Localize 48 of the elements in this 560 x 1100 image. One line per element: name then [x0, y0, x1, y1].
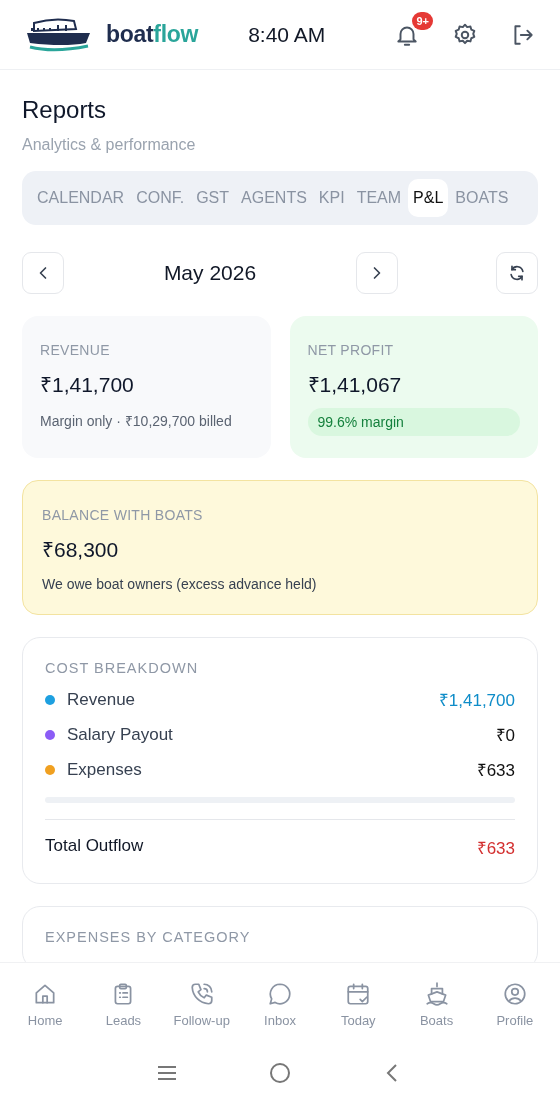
margin-pill: 99.6% margin [307, 408, 520, 436]
cost-value: ₹633 [476, 760, 515, 781]
refresh-icon [507, 263, 527, 283]
cost-label: Expenses [67, 759, 143, 780]
card-note: Margin only · ₹10,29,700 billed [40, 412, 233, 430]
section-title: COST BREAKDOWN [45, 660, 200, 676]
report-tab[interactable]: KPI [313, 179, 350, 217]
page-subtitle: Analytics & performance [22, 136, 197, 154]
brand-name: boatflow [106, 21, 199, 48]
report-tab[interactable]: BOATS [450, 179, 514, 217]
notification-badge: 9+ [412, 11, 433, 30]
nav-item[interactable]: Inbox [240, 980, 320, 1028]
card-label: REVENUE [40, 342, 111, 358]
phone-icon [188, 980, 215, 1007]
cost-label: Salary Payout [67, 724, 174, 745]
card-value: ₹1,41,067 [307, 372, 403, 398]
nav-item[interactable]: Boats [397, 980, 476, 1028]
nav-item[interactable]: Home [6, 980, 85, 1028]
nav-item[interactable]: Today [319, 980, 398, 1028]
section-title: EXPENSES BY CATEGORY [45, 929, 252, 945]
card-note: We owe boat owners (excess advance held) [42, 576, 318, 592]
nav-item[interactable]: Follow-up [162, 980, 241, 1028]
report-tab[interactable]: AGENTS [236, 179, 312, 217]
refresh-button[interactable] [496, 252, 538, 294]
home-circle-icon[interactable] [268, 1060, 292, 1085]
card-label: BALANCE WITH BOATS [42, 507, 204, 523]
page-title: Reports [22, 96, 108, 124]
cost-label: Revenue [67, 689, 137, 710]
total-label: Total Outflow [45, 836, 145, 857]
calendar-icon [345, 980, 372, 1007]
total-value: ₹633 [476, 838, 515, 859]
nav-item[interactable]: Leads [84, 980, 163, 1028]
month-label: May 2026 [162, 261, 258, 285]
clock-time: 8:40 AM [248, 22, 327, 47]
report-tab[interactable]: P&L [408, 179, 449, 217]
ship-icon [423, 980, 450, 1007]
report-tab[interactable]: GST [191, 179, 235, 217]
cost-value: ₹0 [495, 725, 515, 746]
report-tab[interactable]: TEAM [351, 179, 407, 217]
report-tab[interactable]: CONF. [131, 179, 190, 217]
cost-value: ₹1,41,700 [438, 690, 515, 711]
card-value: ₹1,41,700 [40, 372, 135, 398]
report-tab[interactable]: CALENDAR [32, 179, 130, 217]
card-label: NET PROFIT [307, 342, 395, 358]
card-value: ₹68,300 [42, 537, 120, 563]
user-icon [501, 980, 528, 1007]
nav-item[interactable]: Profile [475, 980, 554, 1028]
chat-icon [267, 980, 293, 1007]
